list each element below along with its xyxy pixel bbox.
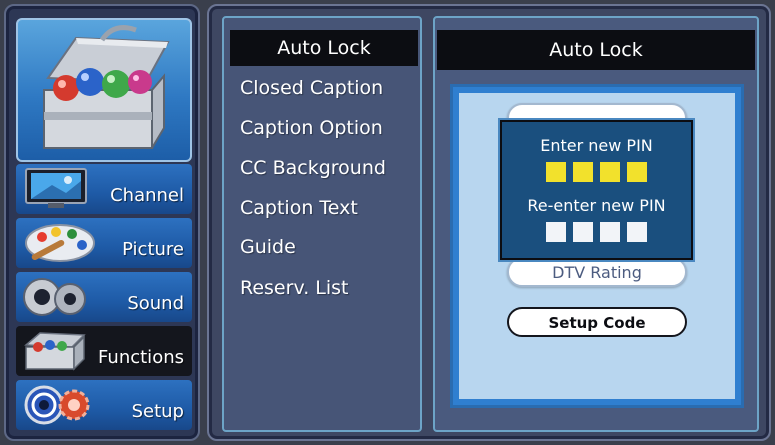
sidebar-item-label: Functions <box>98 347 184 368</box>
sidebar-item-picture[interactable]: Picture <box>16 218 192 268</box>
pin-digit-box[interactable] <box>627 222 647 242</box>
confirm-pin-input[interactable] <box>502 222 691 242</box>
pin-digit-box[interactable] <box>573 222 593 242</box>
sidebar-item-label: Channel <box>110 185 184 206</box>
sidebar-item-setup[interactable]: Setup <box>16 380 192 430</box>
pin-digit-box[interactable] <box>627 162 647 182</box>
sidebar-item-label: Picture <box>122 239 184 260</box>
menu-item-guide[interactable]: Guide <box>230 229 418 265</box>
menu-item-caption-option[interactable]: Caption Option <box>230 110 418 146</box>
tv-icon <box>25 168 87 208</box>
sidebar-item-functions[interactable]: Functions <box>16 326 192 376</box>
sidebar-item-channel[interactable]: Channel <box>16 164 192 214</box>
palette-icon <box>25 224 95 262</box>
pin-digit-box[interactable] <box>546 222 566 242</box>
menu-item-caption-text[interactable]: Caption Text <box>230 190 418 226</box>
pin-digit-box[interactable] <box>600 222 620 242</box>
menu-item-auto-lock[interactable]: Auto Lock <box>230 30 418 66</box>
sidebar-item-sound[interactable]: Sound <box>16 272 192 322</box>
enter-pin-label: Enter new PIN <box>540 136 653 155</box>
pin-digit-box[interactable] <box>573 162 593 182</box>
sidebar-item-label: Sound <box>127 293 184 314</box>
sidebar-item-label: Setup <box>131 401 184 422</box>
function-menu-list: Auto Lock Closed Caption Caption Option … <box>222 16 422 432</box>
category-hero-image <box>16 18 192 162</box>
toolbox-icon <box>24 332 86 371</box>
reenter-pin-label: Re-enter new PIN <box>527 196 666 215</box>
new-pin-input[interactable] <box>502 162 691 182</box>
menu-item-reserv-list[interactable]: Reserv. List <box>230 270 418 306</box>
gears-icon <box>24 385 90 425</box>
pin-digit-box[interactable] <box>546 162 566 182</box>
dtv-rating-button[interactable]: DTV Rating <box>507 257 687 287</box>
menu-item-closed-caption[interactable]: Closed Caption <box>230 70 418 106</box>
toolbox-icon <box>43 25 170 149</box>
pin-digit-box[interactable] <box>600 162 620 182</box>
setup-code-button[interactable]: Setup Code <box>507 307 687 337</box>
detail-title: Auto Lock <box>437 30 755 70</box>
menu-item-cc-background[interactable]: CC Background <box>230 150 418 186</box>
pin-entry-dialog: Enter new PIN Re-enter new PIN <box>500 120 693 260</box>
side-menu-panel: Channel Picture Sound Functions Setup <box>4 4 200 441</box>
speaker-icon <box>23 278 86 316</box>
